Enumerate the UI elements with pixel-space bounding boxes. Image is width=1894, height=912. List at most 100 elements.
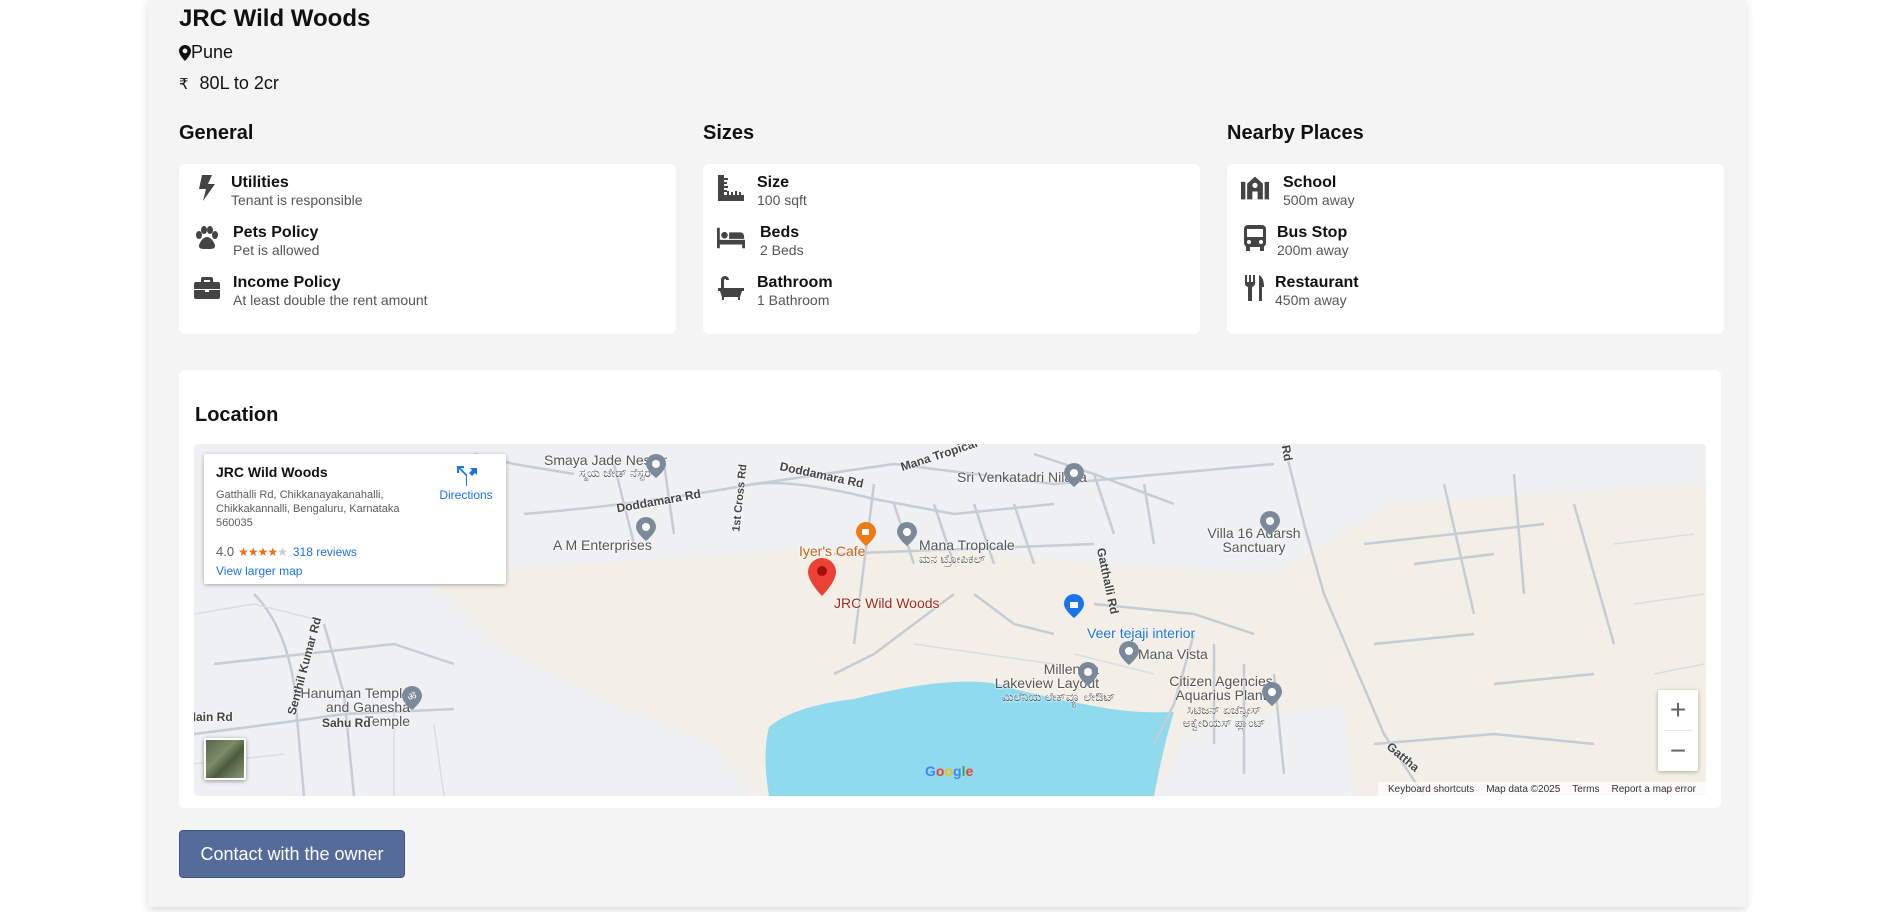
school-icon [1241, 174, 1269, 202]
nearby-item-restaurant: Restaurant 450m away [1241, 274, 1359, 309]
zoom-in-button[interactable]: + [1658, 690, 1698, 730]
zoom-controls: + − [1658, 690, 1698, 771]
general-card: Utilities Tenant is responsible Pets Pol… [179, 164, 676, 334]
sizes-heading: Sizes [703, 122, 755, 144]
property-marker-icon[interactable] [808, 558, 836, 596]
sizes-item-size: Size 100 sqft [717, 174, 807, 209]
property-title: JRC Wild Woods [179, 5, 371, 32]
utensils-icon [1241, 274, 1269, 302]
map-label: Mana Vista [1138, 646, 1208, 662]
rupee-icon: ₹ [179, 75, 189, 93]
poi-pin-icon[interactable] [1119, 641, 1139, 665]
nearby-item-bus: Bus Stop 200m away [1241, 224, 1349, 259]
terms-link[interactable]: Terms [1572, 784, 1599, 795]
sizes-item-beds: Beds 2 Beds [717, 224, 804, 259]
item-title: Utilities [231, 174, 289, 191]
poi-pin-icon[interactable] [1078, 662, 1098, 686]
item-title: Bathroom [757, 274, 833, 291]
item-title: Size [757, 174, 790, 191]
property-detail-panel: JRC Wild Woods Pune ₹ 80L to 2cr General… [148, 0, 1746, 907]
poi-pin-icon[interactable] [1260, 511, 1280, 535]
directions-label: Directions [439, 488, 493, 502]
map-road-label: Main Rd [194, 710, 233, 724]
google-logo: Google [925, 763, 974, 779]
keyboard-shortcuts-link[interactable]: Keyboard shortcuts [1388, 784, 1474, 795]
price-text: 80L to 2cr [199, 73, 279, 93]
info-place-title: JRC Wild Woods [216, 464, 328, 480]
nearby-item-school: School 500m away [1241, 174, 1355, 209]
star-rating-icon: ★★★★★ [238, 544, 288, 559]
bed-icon [717, 224, 745, 252]
item-title: Income Policy [233, 274, 341, 291]
map-attribution: Keyboard shortcuts Map data ©2025 Terms … [1378, 782, 1706, 796]
map-road-label: Rd [1278, 444, 1296, 463]
map-pin-icon [179, 44, 191, 61]
item-title: Pets Policy [233, 224, 319, 241]
svg-text:ॐ: ॐ [407, 691, 416, 703]
nearby-heading: Nearby Places [1227, 122, 1364, 144]
item-title: Restaurant [1275, 274, 1359, 291]
map-label: Veer tejaji interior [1087, 625, 1196, 641]
shop-pin-icon[interactable] [1064, 594, 1084, 618]
item-subtitle: Pet is allowed [233, 242, 320, 258]
map-road-label: Sahu Rd [322, 716, 371, 730]
satellite-toggle[interactable] [204, 738, 246, 780]
report-error-link[interactable]: Report a map error [1612, 784, 1696, 795]
location-text: Pune [191, 42, 234, 62]
map-label: Citizen Agencies Aquarius Plant [1169, 673, 1273, 703]
reviews-link[interactable]: 318 reviews [293, 545, 357, 559]
info-rating: 4.0 ★★★★★ 318 reviews [216, 544, 357, 559]
item-subtitle: At least double the rent amount [233, 292, 428, 308]
item-subtitle: 450m away [1275, 292, 1347, 308]
rating-value: 4.0 [216, 544, 235, 559]
property-price: ₹ 80L to 2cr [179, 73, 279, 94]
poi-pin-icon[interactable] [897, 522, 917, 546]
bolt-icon [193, 174, 221, 202]
item-subtitle: 1 Bathroom [757, 292, 830, 308]
item-subtitle: 500m away [1283, 192, 1355, 208]
general-item-utilities: Utilities Tenant is responsible [193, 174, 363, 209]
temple-pin-icon[interactable]: ॐ [402, 686, 422, 710]
cafe-pin-icon[interactable] [856, 522, 876, 546]
general-item-pets: Pets Policy Pet is allowed [193, 224, 319, 259]
map-label: Villa 16 Adarsh Sanctuary [1207, 525, 1301, 555]
map-label: JRC Wild Woods [834, 595, 940, 611]
item-subtitle: Tenant is responsible [231, 192, 363, 208]
poi-pin-icon[interactable] [646, 454, 666, 478]
item-title: School [1283, 174, 1337, 191]
location-card: Location Smaya Jade Nester ಸ್ಮಯ ಜೇಡ್ ನೆಸ… [179, 370, 1721, 808]
view-larger-map-link[interactable]: View larger map [216, 564, 302, 578]
general-item-income: Income Policy At least double the rent a… [193, 274, 428, 309]
directions-icon [457, 466, 477, 486]
sizes-card: Size 100 sqft Beds 2 Beds Bathroom 1 Bat… [703, 164, 1200, 334]
item-subtitle: 100 sqft [757, 192, 807, 208]
briefcase-icon [193, 274, 221, 302]
bus-icon [1241, 224, 1269, 252]
poi-pin-icon[interactable] [636, 517, 656, 541]
poi-pin-icon[interactable] [1064, 463, 1084, 487]
location-heading: Location [195, 404, 279, 426]
directions-button[interactable]: Directions [434, 464, 498, 502]
map-label: Mana Tropicale [919, 537, 1015, 553]
map-label: ಸಿಟಿಜನ್ ಏಜೆನ್ಸೀಸ್ ಅಕ್ವೇರಿಯಸ್ ಪ್ಲಾಂಟ್ [1182, 703, 1266, 730]
map-label: ಮಿಲೆನಿಯ ಲೇಕ್‌ವ್ಯೂ ಲೇಔಟ್ [1002, 690, 1116, 704]
info-address: Gatthalli Rd, Chikkanayakanahalli, Chikk… [216, 489, 400, 529]
item-subtitle: 2 Beds [760, 242, 804, 258]
bath-icon [717, 274, 745, 302]
ruler-icon [717, 174, 745, 202]
item-title: Beds [760, 224, 800, 241]
map-label: ಮನ ಟ್ರೋಪಿಕಲ್ [919, 552, 986, 566]
property-location: Pune [179, 42, 233, 63]
map-data-text: Map data ©2025 [1486, 783, 1561, 795]
item-subtitle: 200m away [1277, 242, 1349, 258]
general-heading: General [179, 122, 254, 144]
map-info-window: JRC Wild Woods Gatthalli Rd, Chikkanayak… [204, 454, 506, 584]
paw-icon [193, 224, 221, 252]
zoom-out-button[interactable]: − [1658, 731, 1698, 771]
contact-owner-button[interactable]: Contact with the owner [179, 830, 405, 878]
item-title: Bus Stop [1277, 224, 1348, 241]
nearby-card: School 500m away Bus Stop 200m away Rest… [1227, 164, 1724, 334]
poi-pin-icon[interactable] [1262, 682, 1282, 706]
embedded-map[interactable]: Smaya Jade Nester ಸ್ಮಯ ಜೇಡ್ ನೆಸ್ಟರ್ Rd D… [194, 444, 1706, 796]
map-label: ಸ್ಮಯ ಜೇಡ್ ನೆಸ್ಟರ್ [579, 466, 655, 480]
